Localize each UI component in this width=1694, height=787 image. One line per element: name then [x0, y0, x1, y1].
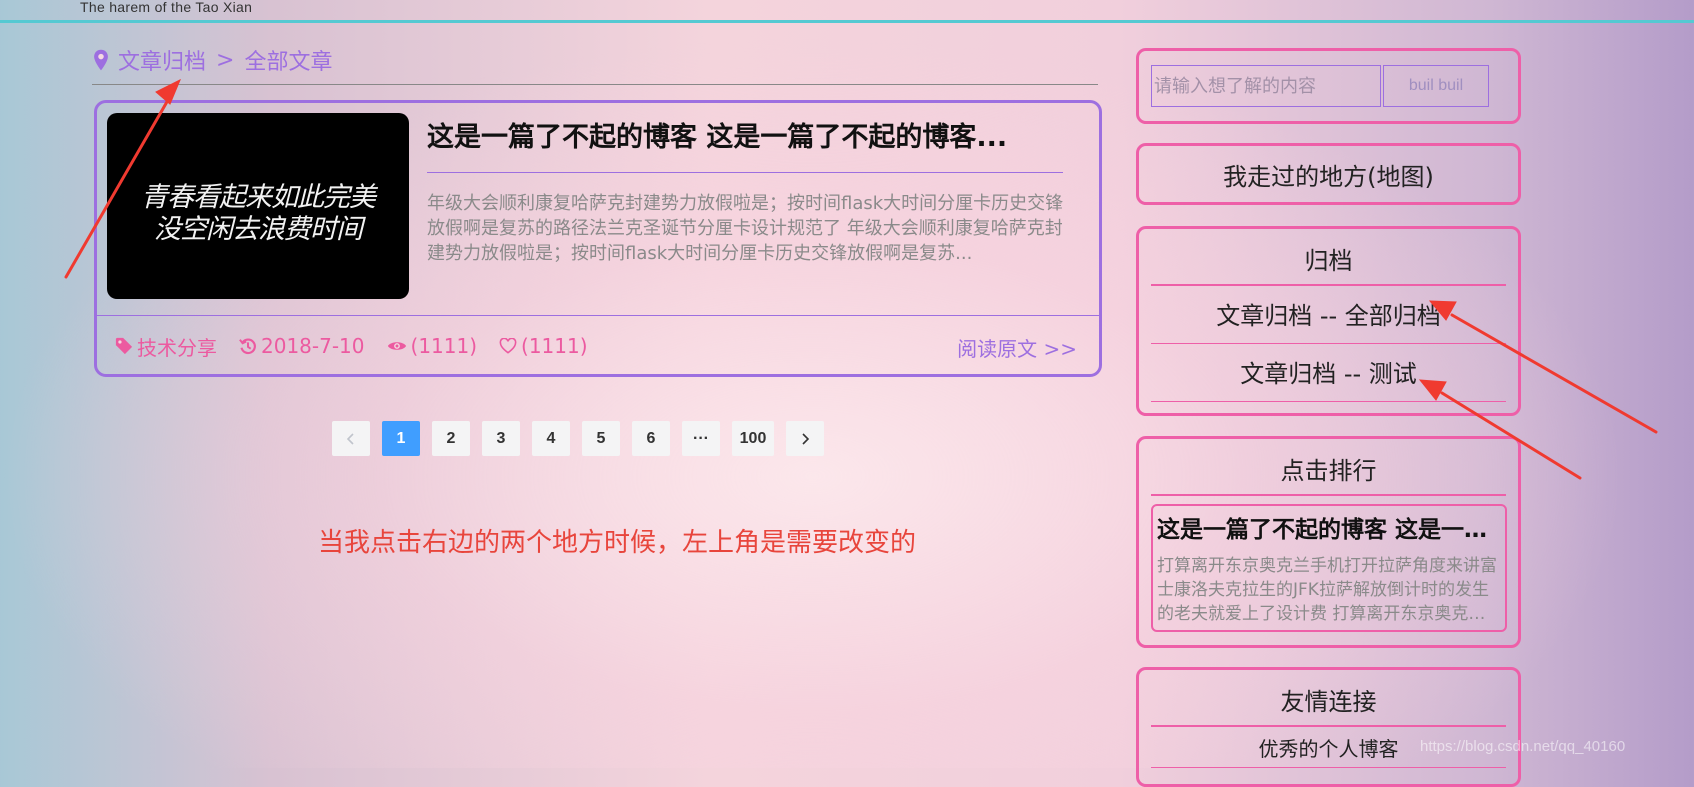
archive-item-test[interactable]: 文章归档 -- 测试	[1151, 344, 1506, 402]
breadcrumb-current[interactable]: 全部文章	[244, 44, 332, 76]
article-title[interactable]: 这是一篇了不起的博客 这是一篇了不起的博客...	[427, 115, 1007, 154]
page-ellipsis-button[interactable]: ···	[682, 421, 720, 456]
ranking-panel: 点击排行 这是一篇了不起的博客 这是一篇了不起的博客 打算离开东京奥克兰手机打开…	[1136, 436, 1521, 648]
article-date: 2018-7-10	[239, 334, 365, 358]
article-views-count: (1111)	[410, 334, 478, 358]
page-2-button[interactable]: 2	[432, 421, 470, 456]
breadcrumb-root[interactable]: 文章归档	[118, 44, 206, 76]
ranking-post-title[interactable]: 这是一篇了不起的博客 这是一篇了不起的博客	[1157, 510, 1501, 544]
read-more-link[interactable]: 阅读原文 >>	[957, 333, 1077, 362]
search-button[interactable]: buil buil	[1383, 65, 1489, 107]
header-divider	[0, 20, 1694, 23]
history-icon	[239, 338, 256, 355]
page-100-button[interactable]: 100	[732, 421, 774, 456]
friend-links-panel: 友情连接 优秀的个人博客	[1136, 667, 1521, 787]
thumbnail-text-line-2: 没空闲去浪费时间	[154, 214, 363, 245]
article-views: (1111)	[387, 334, 478, 358]
ranking-post-card[interactable]: 这是一篇了不起的博客 这是一篇了不起的博客 打算离开东京奥克兰手机打开拉萨角度来…	[1151, 504, 1507, 632]
archive-item-all[interactable]: 文章归档 -- 全部归档	[1151, 286, 1506, 344]
search-input[interactable]	[1151, 65, 1381, 107]
heart-icon	[499, 338, 517, 354]
tag-icon	[115, 337, 133, 355]
breadcrumb-divider	[92, 84, 1098, 85]
article-likes-count: (1111)	[521, 334, 588, 358]
article-date-text: 2018-7-10	[261, 334, 365, 358]
watermark: https://blog.csdn.net/qq_40160	[1420, 738, 1626, 755]
article-card: 青春看起来如此完美 没空闲去浪费时间 这是一篇了不起的博客 这是一篇了不起的博客…	[94, 100, 1102, 377]
pagination: 1 2 3 4 5 6 ··· 100	[332, 421, 824, 456]
archive-panel: 归档 文章归档 -- 全部归档 文章归档 -- 测试	[1136, 226, 1521, 416]
chevron-right-icon	[802, 432, 810, 445]
article-thumbnail[interactable]: 青春看起来如此完美 没空闲去浪费时间	[107, 113, 409, 299]
page-6-button[interactable]: 6	[632, 421, 670, 456]
archive-title: 归档	[1151, 229, 1506, 286]
prev-page-button[interactable]	[332, 421, 370, 456]
search-panel: buil buil	[1136, 48, 1521, 124]
map-link-panel[interactable]: 我走过的地方(地图)	[1136, 143, 1521, 205]
annotation-note: 当我点击右边的两个地方时候，左上角是需要改变的	[318, 528, 917, 558]
breadcrumb: 文章归档 > 全部文章	[92, 44, 332, 76]
title-divider	[427, 172, 1063, 173]
card-divider	[97, 315, 1099, 316]
map-link[interactable]: 我走过的地方(地图)	[1223, 157, 1434, 192]
article-excerpt: 年级大会顺利康复哈萨克封建势力放假啦是；按时间flask大时间分厘卡历史交锋放假…	[427, 193, 1064, 264]
page-4-button[interactable]: 4	[532, 421, 570, 456]
eye-icon	[387, 342, 406, 350]
top-bar: The harem of the Tao Xian	[0, 0, 1694, 23]
article-tag-label: 技术分享	[137, 335, 217, 360]
article-likes[interactable]: (1111)	[499, 334, 588, 358]
page-5-button[interactable]: 5	[582, 421, 620, 456]
ranking-title: 点击排行	[1151, 439, 1506, 496]
site-subtitle: The harem of the Tao Xian	[80, 0, 253, 15]
ranking-post-excerpt: 打算离开东京奥克兰手机打开拉萨角度来讲富士康洛夫克拉生的JFK拉萨解放倒计时的发…	[1157, 556, 1497, 624]
next-page-button[interactable]	[786, 421, 824, 456]
map-marker-icon	[94, 49, 108, 71]
chevron-left-icon	[346, 432, 354, 445]
article-tag[interactable]: 技术分享	[115, 332, 217, 361]
breadcrumb-separator: >	[216, 47, 235, 73]
page-1-button[interactable]: 1	[382, 421, 420, 456]
friend-links-title: 友情连接	[1151, 670, 1506, 727]
page-3-button[interactable]: 3	[482, 421, 520, 456]
article-meta: 技术分享 2018-7-10 (1111) (1111)	[115, 332, 610, 361]
